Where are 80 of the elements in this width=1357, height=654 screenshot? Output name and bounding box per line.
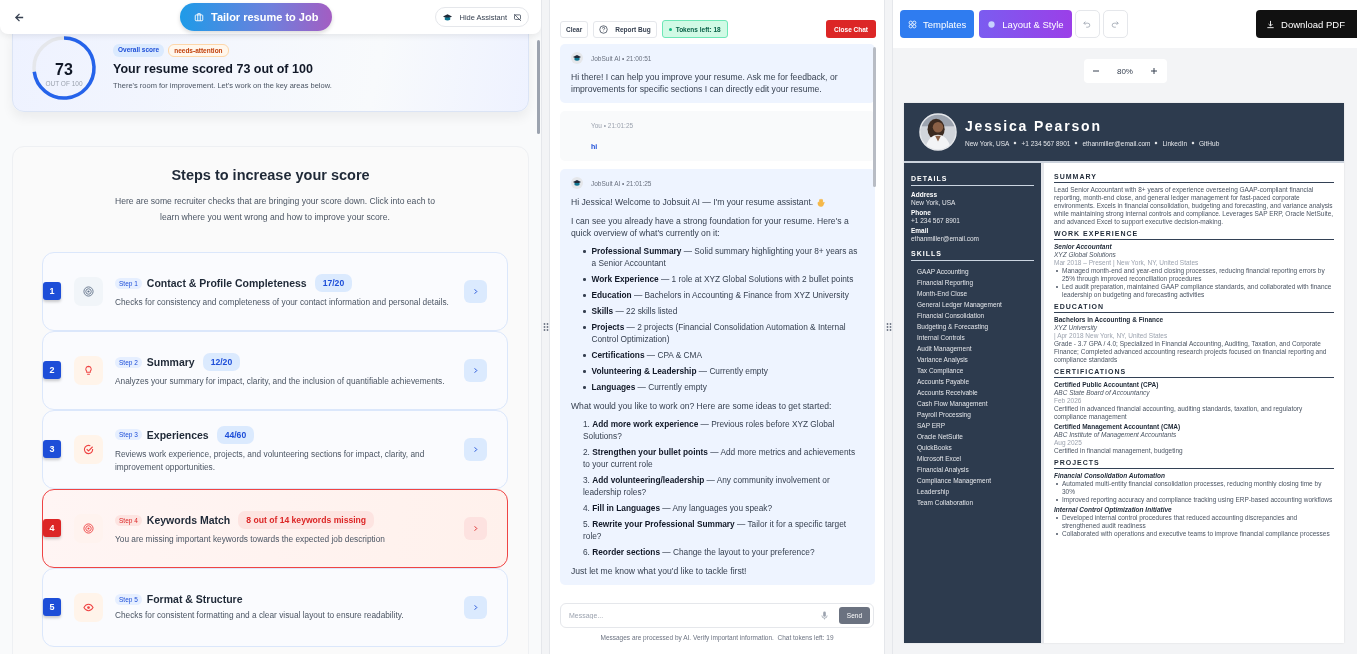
step-score: 17/20 [314,274,353,292]
score-value: 73 [55,61,73,78]
tailor-resume-button[interactable]: Tailor resume to Job [180,3,333,31]
grid-icon [908,19,917,29]
step-description: Checks for consistent formatting and a clear visual layout to ensure readability. [115,609,405,622]
step-icon [74,356,103,385]
layout-style-button[interactable]: Layout & Style [979,10,1072,38]
step-number: 5 [43,598,61,616]
avatar-icon [571,52,583,64]
step-title: Experiences [146,428,209,441]
list-item: Volunteering & Leadership — Currently empty [591,365,768,377]
step-description: Analyzes your summary for impact, clarity, and the inclusion of quantifiable achievements. [115,375,446,388]
step-score: 12/20 [202,353,241,371]
hidden-panel-icon [513,12,522,22]
step-number: 1 [43,282,61,300]
zoom-in-icon[interactable] [1149,67,1158,75]
undo-button[interactable] [1074,10,1100,38]
drag-handle-icon[interactable] [542,322,549,332]
step-title: Contact & Profile Completeness [146,277,307,289]
graduation-cap-icon [442,12,454,22]
chevron-right-icon[interactable] [464,438,487,461]
step-icon [74,435,103,464]
chevron-right-icon[interactable] [464,280,487,303]
step-title: Format & Structure [146,593,243,605]
message-text: I can see you already have a strong foundation for your resume. Here's a quick overview of what's currently on it: [571,215,850,239]
message-text: What would you like to work on? Here are some ideas to get started: [571,400,833,412]
step-icon [74,277,103,306]
list-item: Languages — Currently empty [591,381,707,393]
list-item: 5. Rewrite your Professional Summary — Tailor it for a specific target role? [583,518,848,542]
download-icon [1266,19,1276,29]
list-item: Projects — 2 projects (Financial Consolidation Automation & Internal Control Optimization) [591,321,847,345]
step-icon [74,593,103,622]
waving-hand-icon [816,197,826,207]
list-item: Certifications — CPA & CMA [591,349,702,361]
redo-icon [1111,20,1120,28]
step-description: Reviews work experience, projects, and volunteering sections for impact, clarity, and improvement opportunities. [115,447,426,474]
undo-icon [1083,20,1092,28]
step-number: 4 [43,519,61,537]
steps-title: Steps to increase your score [170,167,371,183]
steps-intro: Here are some recruiter checks that are bringing your score down. Click into each to learn where you went wrong and how to improve your score. [114,195,436,224]
resume-name: Jessica Pearson [965,117,1103,134]
zoom-level: 80% [1116,66,1133,76]
chevron-right-icon[interactable] [464,596,487,619]
list-item: Work Experience — 1 role at XYZ Global Solutions with 2 bullet points [591,273,854,285]
avatar-icon [571,177,583,189]
drag-handle-icon[interactable] [885,322,892,332]
step-title: Summary [146,356,195,368]
step-score: 44/60 [216,425,255,444]
score-ring [29,33,99,103]
step-title: Keywords Match [146,514,231,526]
message-text: Hi Jessica! Welcome to Jobsuit AI — I'm your resume assistant. [571,196,814,208]
list-item: 6. Reorder sections — Change the layout to your preference? [583,546,816,558]
chevron-right-icon[interactable] [464,359,487,382]
step-description: You are missing important keywords towards the expected job description [115,533,386,546]
step-score: 8 out of 14 keywords missing [238,511,375,529]
back-arrow-icon[interactable] [14,11,25,23]
score-title: Your resume scored 73 out of 100 [113,62,314,76]
scrollbar[interactable] [537,40,540,134]
message-text: Just let me know what you'd like to tackle first! [571,565,748,577]
microphone-icon[interactable] [821,611,828,620]
step-number: 2 [43,361,61,379]
templates-button[interactable]: Templates [900,10,975,38]
step-icon [74,514,103,543]
chevron-right-icon[interactable] [464,517,487,540]
list-item: 2. Strengthen your bullet points — Add more metrics and achievements to your current role [583,446,857,470]
step-number: 3 [43,440,61,458]
list-item: Skills — 22 skills listed [591,305,678,317]
list-item: Education — Bachelors in Accounting & Finance from XYZ University [591,289,849,301]
message-text: Hi there! I can help you improve your resume. Ask me for feedback, or improvements for specific sections I can directly edit your resume. [571,71,839,95]
list-item: 4. Fill in Languages — Any languages you speak? [583,502,774,514]
briefcase-icon [194,12,204,22]
download-pdf-button[interactable]: Download PDF [1256,10,1357,38]
list-item: Professional Summary — Solid summary highlighting your 8+ years as a Senior Accountant [591,245,859,269]
redo-button[interactable] [1102,10,1128,38]
list-item: 1. Add more work experience — Previous roles before XYZ Global Solutions? [583,418,836,442]
scrollbar[interactable] [873,47,876,187]
list-item: 3. Add volunteering/leadership — Any community involvement or leadership roles? [583,474,831,498]
step-description: Checks for consistency and completeness of your contact information and personal details. [115,296,450,309]
help-icon [599,24,609,34]
zoom-out-icon[interactable] [1092,67,1100,75]
